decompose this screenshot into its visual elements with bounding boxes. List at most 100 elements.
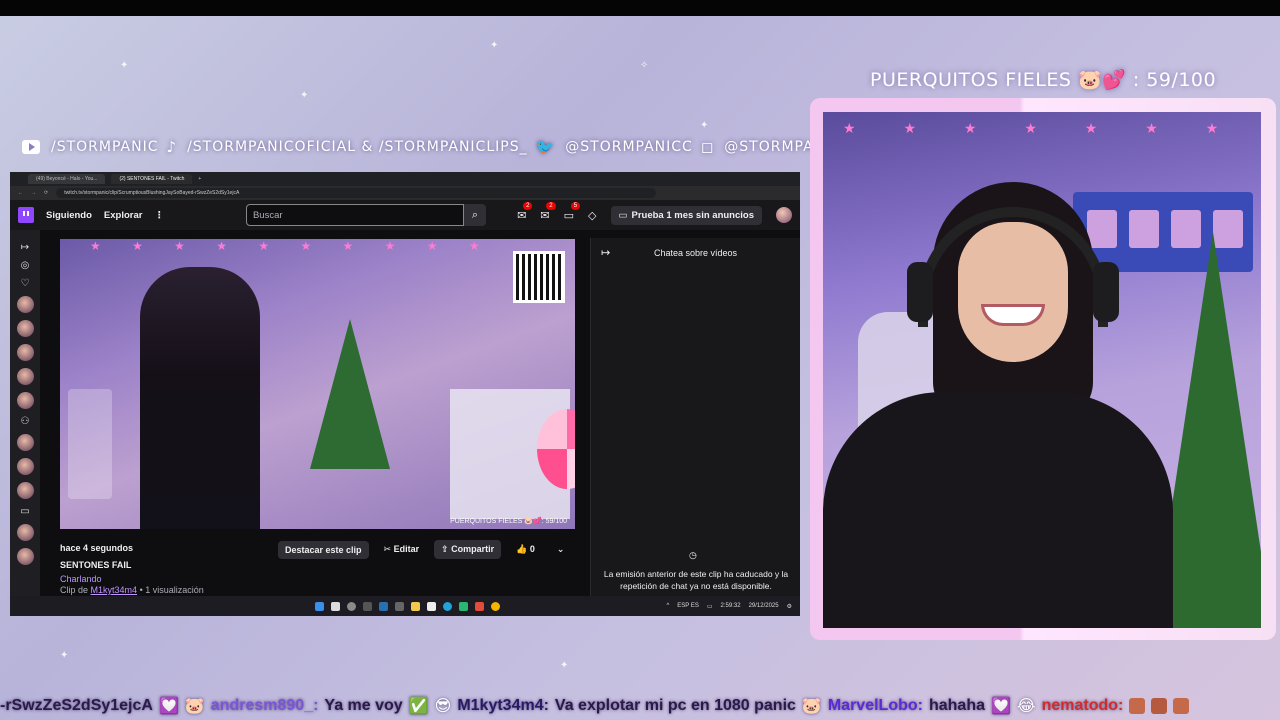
- edit-label: Editar: [393, 544, 420, 554]
- search-input[interactable]: Buscar: [245, 204, 464, 226]
- like-button[interactable]: 👍 0: [509, 540, 542, 559]
- tray-date[interactable]: 29/12/2025: [749, 603, 779, 609]
- app-icon[interactable]: [427, 601, 436, 611]
- reload-icon[interactable]: ⟳: [44, 190, 48, 196]
- discover-icon[interactable]: ◎: [21, 260, 30, 271]
- channel-avatar[interactable]: [16, 368, 34, 385]
- obs-icon[interactable]: [347, 601, 356, 611]
- browser-tab-active[interactable]: (2) SENTONES FAIL - Twitch: [111, 174, 193, 184]
- browser-tabs: (49) Beyoncé - Halo - You... (2) SENTONE…: [10, 172, 800, 186]
- crown-icon[interactable]: ◇: [588, 209, 596, 222]
- back-icon[interactable]: ←: [18, 190, 23, 196]
- tray-lang[interactable]: ESP ES: [677, 603, 699, 609]
- channel-avatar[interactable]: [16, 482, 34, 499]
- inbox-icon[interactable]: ✉ 2: [517, 201, 533, 222]
- ticker-user: MarvelLobo:: [827, 697, 923, 714]
- app-icon[interactable]: [395, 601, 404, 611]
- chrome-icon[interactable]: [491, 601, 500, 611]
- start-icon[interactable]: [315, 601, 324, 611]
- tray-chevron-icon[interactable]: ^: [666, 603, 669, 609]
- more-menu-icon[interactable]: ⋮: [154, 210, 164, 221]
- app-icon[interactable]: [331, 601, 340, 611]
- edit-button[interactable]: ✂ Editar: [377, 540, 427, 559]
- sparkle-icon: ✧: [640, 60, 649, 71]
- qr-code: [513, 251, 565, 303]
- video-icon[interactable]: ▭: [20, 506, 29, 517]
- chat-ticker: -rSwzZeS2dSy1ejcA 💟 🐷 andresm890_: Ya me…: [0, 694, 1280, 718]
- prime-label: Prueba 1 mes sin anuncios: [631, 209, 755, 221]
- steam-icon[interactable]: [379, 601, 388, 611]
- heart-icon[interactable]: ♡: [21, 278, 30, 289]
- clip-by-prefix: Clip de: [60, 585, 89, 595]
- twitch-logo-icon[interactable]: [18, 207, 34, 223]
- channel-avatar[interactable]: [16, 458, 34, 475]
- share-label: Compartir: [451, 544, 495, 554]
- wifi-icon[interactable]: ▭: [707, 603, 713, 610]
- settings-icon[interactable]: ⚙: [787, 603, 792, 610]
- string-lights: ★ ★ ★ ★ ★ ★ ★ ★ ★ ★: [90, 239, 494, 253]
- followed-channels-sidebar: ↦ ◎ ♡ ⚇ ▭: [10, 230, 40, 600]
- channel-avatar[interactable]: [16, 434, 34, 451]
- sparkle-icon: ✦: [700, 120, 709, 131]
- new-tab-icon[interactable]: +: [198, 176, 201, 182]
- browser-window: (49) Beyoncé - Halo - You... (2) SENTONE…: [10, 172, 800, 616]
- share-button[interactable]: ⇪ Compartir: [434, 540, 502, 559]
- nav-browse[interactable]: Explorar: [104, 210, 143, 221]
- social-twitter: @STORMPANICC: [565, 139, 693, 155]
- instagram-icon: ◻: [700, 138, 715, 156]
- prime-button[interactable]: ▭ Prueba 1 mes sin anuncios: [610, 205, 762, 225]
- notifications-icon[interactable]: ▭ 5: [564, 201, 581, 222]
- collapse-sidebar-icon[interactable]: ↦: [21, 242, 29, 253]
- channel-avatar[interactable]: [16, 320, 34, 337]
- ad-free-icon: ▭: [618, 209, 628, 221]
- user-avatar[interactable]: [776, 207, 792, 223]
- channel-avatar[interactable]: [16, 296, 34, 313]
- channel-avatar[interactable]: [16, 524, 34, 541]
- clip-category[interactable]: Charlando: [60, 574, 102, 584]
- heart-emote-icon: 💟: [158, 698, 179, 715]
- clip-video-player[interactable]: ★ ★ ★ ★ ★ ★ ★ ★ ★ ★ PUERQUITOS FIELES 🐷💕…: [60, 239, 575, 529]
- sparkle-icon: ✦: [490, 40, 499, 51]
- app-icon[interactable]: [459, 601, 468, 611]
- twitter-icon: 🐦: [535, 138, 556, 156]
- webcam-feed: ★ ★ ★ ★ ★ ★ ★ ★ ★ ★: [823, 112, 1261, 628]
- poster: [1087, 210, 1117, 248]
- streamer-figure: [140, 267, 260, 529]
- chevron-down-icon[interactable]: ⌄: [550, 540, 572, 559]
- folder-icon[interactable]: [411, 601, 420, 611]
- goal-counter: PUERQUITOS FIELES 🐷💕 : 59/100: [870, 68, 1216, 91]
- check-emote-icon: ✅: [408, 698, 429, 715]
- ticker-text: Va explotar mi pc en 1080 panic: [554, 697, 796, 714]
- feature-clip-button[interactable]: Destacar este clip: [278, 540, 369, 559]
- app-icon[interactable]: [363, 601, 372, 611]
- ticker-text: hahaha: [928, 697, 985, 714]
- recommended-icon[interactable]: ⚇: [21, 416, 30, 427]
- tray-time[interactable]: 2:59:32: [721, 603, 741, 609]
- whispers-icon[interactable]: ✉ 2: [540, 201, 556, 222]
- edge-icon[interactable]: [443, 601, 452, 611]
- chat-panel: ↦ Chatea sobre vídeos ◷ La emisión anter…: [590, 238, 800, 596]
- clip-creator-link[interactable]: M1kyt34m4: [91, 585, 138, 595]
- sparkle-icon: ✦: [560, 660, 569, 671]
- taskbar-apps: [315, 601, 500, 611]
- top-nav-icons: ✉ 2 ✉ 2 ▭ 5 ◇ ▭ Prueba 1 mes sin anuncios: [517, 201, 792, 225]
- browser-tab[interactable]: (49) Beyoncé - Halo - You...: [28, 174, 106, 184]
- social-handles: /STORMPANIC ♪ /STORMPANICOFICIAL & /STOR…: [22, 138, 841, 156]
- laugh-emote-icon: 😂: [1016, 698, 1036, 715]
- channel-avatar[interactable]: [16, 548, 34, 565]
- clip-creator: Clip de M1kyt34m4 • 1 visualización: [60, 585, 204, 595]
- channel-avatar[interactable]: [16, 392, 34, 409]
- chat-header: Chatea sobre vídeos: [653, 248, 738, 258]
- share-icon: ⇪: [441, 544, 452, 554]
- brave-icon[interactable]: [475, 601, 484, 611]
- nav-following[interactable]: Siguiendo: [46, 210, 92, 221]
- channel-avatar[interactable]: [16, 344, 34, 361]
- clip-title: SENTONES FAIL: [60, 560, 132, 570]
- forward-icon[interactable]: →: [31, 190, 36, 196]
- search-icon[interactable]: ⌕: [463, 204, 486, 226]
- url-field[interactable]: twitch.tv/stormpanic/clip/ScrumptiousBlu…: [56, 188, 657, 198]
- christmas-tree: [310, 319, 390, 469]
- whispers-badge: 2: [546, 201, 556, 210]
- clip-time: hace 4 segundos: [60, 543, 134, 553]
- pig-emote-icon: 🐷: [801, 698, 822, 715]
